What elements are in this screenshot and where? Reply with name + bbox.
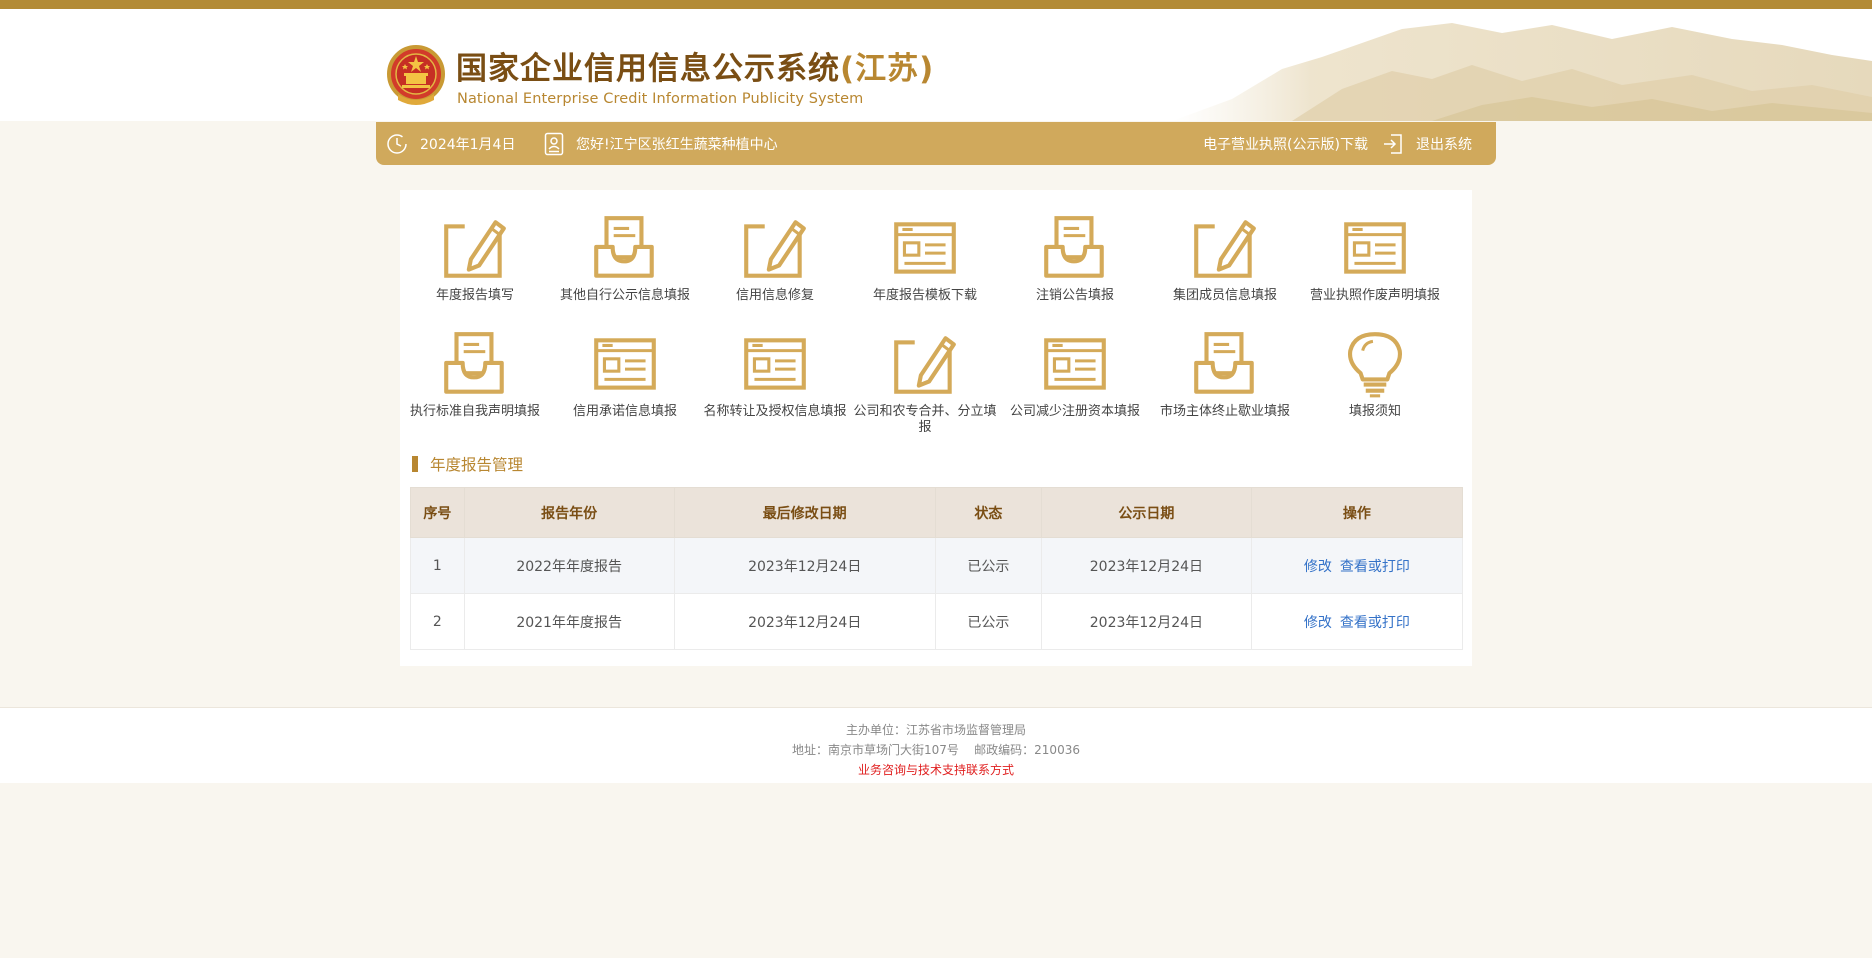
view-print-link[interactable]: 查看或打印 <box>1340 559 1410 575</box>
user-greeting: 您好!江宁区张红生蔬菜种植中心 <box>544 122 778 165</box>
footer-sponsor: 主办单位：江苏省市场监督管理局 <box>845 723 1026 737</box>
menu-item-label: 名称转让及授权信息填报 <box>703 404 847 419</box>
edit-icon <box>1194 216 1256 278</box>
form-icon <box>1044 338 1106 390</box>
site-logo[interactable]: 国家企业信用信息公示系统(江苏) National Enterprise Cre… <box>386 34 1006 114</box>
clock-icon <box>387 133 407 154</box>
menu-item-label: 填报须知 <box>1348 404 1401 419</box>
form-icon <box>1344 222 1406 274</box>
menu-item-6[interactable]: 集团成员信息填报 <box>1150 214 1300 304</box>
form-icon <box>894 222 956 274</box>
cell-modified: 2023年12月24日 <box>673 593 936 650</box>
menu-item-label: 公司减少注册资本填报 <box>1009 404 1140 419</box>
menu-item-label: 信用信息修复 <box>735 288 814 303</box>
menu-item-label: 注销公告填报 <box>1035 288 1114 303</box>
download-license-link[interactable]: 电子营业执照(公示版)下载 <box>1203 122 1368 165</box>
menu-item-label: 其他自行公示信息填报 <box>559 288 690 303</box>
section-title-text: 年度报告管理 <box>430 456 524 474</box>
user-badge-icon <box>544 132 564 155</box>
col-header-year: 报告年份 <box>463 487 675 538</box>
annual-report-table: 序号 报告年份 最后修改日期 状态 公示日期 操作 1 2022年年度报告 20… <box>410 487 1464 650</box>
menu-item-5[interactable]: 注销公告填报 <box>1000 214 1150 304</box>
col-header-status: 状态 <box>934 487 1042 538</box>
inbox-icon <box>1194 332 1254 394</box>
view-print-link[interactable]: 查看或打印 <box>1340 615 1410 631</box>
logout-label: 退出系统 <box>1416 136 1472 153</box>
menu-item-10[interactable]: 名称转让及授权信息填报 <box>700 330 850 420</box>
section-marker <box>412 456 418 472</box>
lightbulb-icon <box>1347 332 1403 398</box>
col-header-modified: 最后修改日期 <box>673 487 936 538</box>
form-icon <box>594 338 656 390</box>
menu-item-label: 年度报告模板下载 <box>872 288 977 303</box>
menu-item-9[interactable]: 信用承诺信息填报 <box>550 330 700 420</box>
menu-item-11[interactable]: 公司和农专合并、分立填报 <box>850 330 1000 436</box>
site-title: 国家企业信用信息公示系统(江苏) <box>456 43 934 88</box>
site-header: 国家企业信用信息公示系统(江苏) National Enterprise Cre… <box>0 9 1872 121</box>
inbox-icon <box>444 332 504 394</box>
edit-icon <box>894 332 956 394</box>
cell-status: 已公示 <box>934 593 1042 650</box>
support-contact-link[interactable]: 业务咨询与技术支持联系方式 <box>0 760 1872 780</box>
menu-item-2[interactable]: 其他自行公示信息填报 <box>550 214 700 304</box>
menu-item-13[interactable]: 市场主体终止歇业填报 <box>1150 330 1300 420</box>
edit-link[interactable]: 修改 <box>1304 615 1332 631</box>
col-header-actions: 操作 <box>1250 487 1464 538</box>
menu-item-label: 信用承诺信息填报 <box>572 404 677 419</box>
top-accent-strip <box>0 0 1872 9</box>
col-header-no: 序号 <box>410 487 465 538</box>
table-row: 1 2022年年度报告 2023年12月24日 已公示 2023年12月24日 … <box>410 537 1464 594</box>
site-title-text: 国家企业信用信息公示系统 <box>456 51 840 87</box>
footer-address: 地址：南京市草场门大街107号 邮政编码：210036 <box>792 743 1080 757</box>
greeting-text: 您好!江宁区张红生蔬菜种植中心 <box>576 136 778 153</box>
mountain-landscape-decoration <box>1172 23 1872 121</box>
edit-icon <box>444 216 506 278</box>
cell-publish-date: 2023年12月24日 <box>1040 537 1252 594</box>
cell-no: 2 <box>410 593 465 650</box>
menu-item-3[interactable]: 信用信息修复 <box>700 214 850 304</box>
menu-item-7[interactable]: 营业执照作废声明填报 <box>1300 214 1450 304</box>
menu-item-label: 集团成员信息填报 <box>1172 288 1277 303</box>
table-row: 2 2021年年度报告 2023年12月24日 已公示 2023年12月24日 … <box>410 593 1464 650</box>
cell-status: 已公示 <box>934 537 1042 594</box>
date-text: 2024年1月4日 <box>420 136 516 153</box>
cell-actions: 修改 查看或打印 <box>1250 537 1464 594</box>
menu-item-label: 执行标准自我声明填报 <box>409 404 540 419</box>
edit-icon <box>744 216 806 278</box>
site-subtitle: National Enterprise Credit Information P… <box>457 91 864 107</box>
site-footer: 主办单位：江苏省市场监督管理局 地址：南京市草场门大街107号 邮政编码：210… <box>0 707 1872 783</box>
menu-item-14[interactable]: 填报须知 <box>1300 330 1450 420</box>
cell-no: 1 <box>410 537 465 594</box>
menu-item-label: 年度报告填写 <box>435 288 514 303</box>
menu-item-4[interactable]: 年度报告模板下载 <box>850 214 1000 304</box>
section-header: 年度报告管理 <box>412 454 523 474</box>
site-title-province: (江苏) <box>840 51 935 87</box>
cell-publish-date: 2023年12月24日 <box>1040 593 1252 650</box>
table-header-row: 序号 报告年份 最后修改日期 状态 公示日期 操作 <box>410 487 1464 538</box>
edit-link[interactable]: 修改 <box>1304 559 1332 575</box>
national-emblem-icon <box>387 45 445 105</box>
cell-year: 2021年年度报告 <box>463 593 675 650</box>
col-header-publish-date: 公示日期 <box>1040 487 1252 538</box>
menu-item-1[interactable]: 年度报告填写 <box>400 214 550 304</box>
main-panel: 年度报告填写 其他自行公示信息填报 信用信息修复 年度报告模板下载 注销公告填报 集团成员… <box>400 190 1472 666</box>
cell-modified: 2023年12月24日 <box>673 537 936 594</box>
menu-item-8[interactable]: 执行标准自我声明填报 <box>400 330 550 420</box>
cell-actions: 修改 查看或打印 <box>1250 593 1464 650</box>
top-nav-bar: 2024年1月4日 您好!江宁区张红生蔬菜种植中心 电子营业执照(公示版)下载 … <box>376 122 1496 165</box>
current-date: 2024年1月4日 <box>386 122 515 165</box>
inbox-icon <box>594 216 654 278</box>
menu-item-label: 营业执照作废声明填报 <box>1309 288 1440 303</box>
inbox-icon <box>1044 216 1104 278</box>
menu-item-12[interactable]: 公司减少注册资本填报 <box>1000 330 1150 420</box>
logout-button[interactable]: 退出系统 <box>1382 122 1472 165</box>
form-icon <box>744 338 806 390</box>
logout-icon <box>1384 133 1402 154</box>
menu-item-label: 市场主体终止歇业填报 <box>1159 404 1290 419</box>
cell-year: 2022年年度报告 <box>463 537 675 594</box>
menu-item-label: 公司和农专合并、分立填报 <box>853 404 997 435</box>
